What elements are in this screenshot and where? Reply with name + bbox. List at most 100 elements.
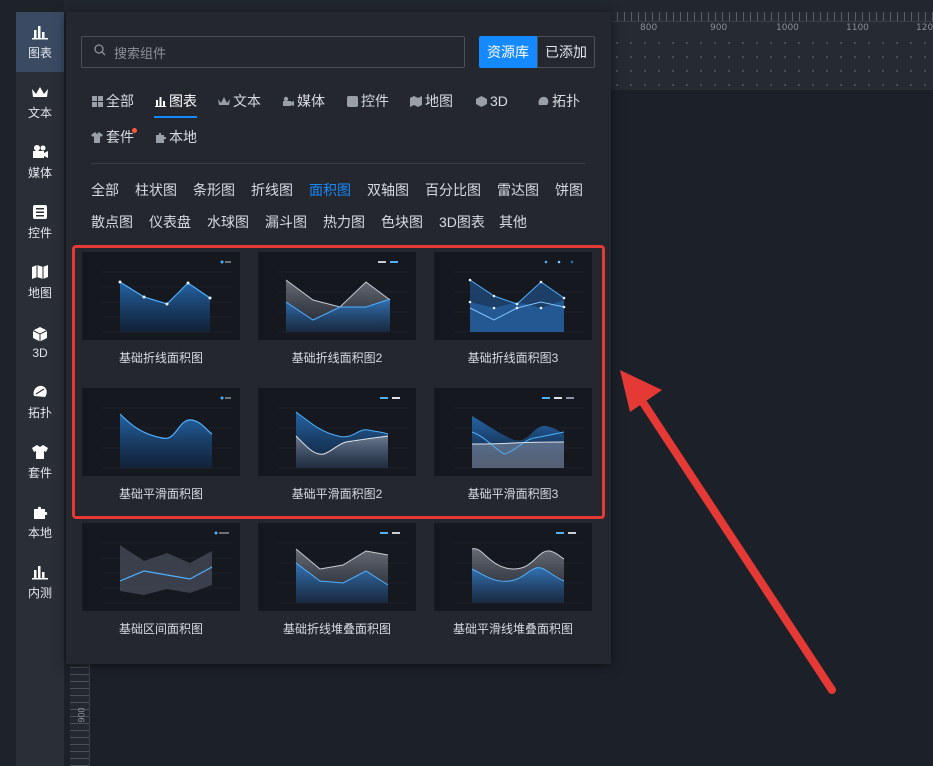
chart-thumbnail: [258, 388, 416, 476]
tab-label: 拓扑: [552, 93, 580, 109]
sidebar-item-label: 本地: [27, 526, 52, 540]
sidebar-item-text[interactable]: 文本: [16, 72, 64, 132]
chart-thumbnail: [434, 388, 592, 476]
tab-local[interactable]: 本地: [154, 127, 197, 147]
widget-list-icon: [346, 95, 358, 107]
map-icon: [410, 95, 422, 107]
chart-card[interactable]: 基础折线堆叠面积图: [258, 523, 416, 637]
filter-heatmap[interactable]: 热力图: [323, 212, 365, 232]
ruler-label: 800: [640, 23, 658, 33]
video-camera-icon: [282, 95, 294, 107]
chart-card[interactable]: 基础平滑线堆叠面积图: [434, 523, 592, 637]
tab-media[interactable]: 媒体: [282, 91, 325, 111]
filter-other[interactable]: 其他: [499, 212, 527, 232]
topology-icon: [537, 95, 549, 107]
tab-chart[interactable]: 图表: [154, 91, 197, 111]
sidebar-item-media[interactable]: 媒体: [16, 132, 64, 192]
filter-area[interactable]: 面积图: [309, 180, 351, 200]
sidebar-item-label: 控件: [27, 226, 52, 240]
sidebar-item-beta[interactable]: 内测: [16, 552, 64, 612]
bar-chart-icon: [154, 95, 166, 107]
sidebar-item-label: 文本: [27, 106, 52, 120]
ruler-label: 1000: [776, 23, 799, 33]
tab-map[interactable]: 地图: [410, 91, 453, 111]
chart-card-label: 基础区间面积图: [118, 622, 203, 636]
tab-label: 本地: [169, 129, 197, 145]
component-sidebar: 图表 文本 媒体 控件 地图 3D 拓扑 套件 本地 内测: [16, 12, 64, 766]
divider: [91, 163, 586, 164]
cube-icon: [30, 325, 50, 343]
widget-list-icon: [30, 203, 50, 221]
sidebar-item-3d[interactable]: 3D: [16, 312, 64, 372]
chart-thumbnail: [258, 523, 416, 611]
tab-3d[interactable]: 3D: [475, 91, 508, 111]
bar-chart-icon: [30, 23, 50, 41]
chart-thumbnail: [82, 388, 240, 476]
chart-card[interactable]: 基础折线面积图2: [258, 252, 416, 366]
sidebar-item-map[interactable]: 地图: [16, 252, 64, 312]
filter-funnel[interactable]: 漏斗图: [265, 212, 307, 232]
filter-line[interactable]: 折线图: [251, 180, 293, 200]
filter-gauge[interactable]: 仪表盘: [149, 212, 191, 232]
filter-liquid[interactable]: 水球图: [207, 212, 249, 232]
video-camera-icon: [30, 143, 50, 161]
search-input[interactable]: 搜索组件: [81, 36, 465, 68]
chart-card-label: 基础折线堆叠面积图: [282, 622, 391, 636]
shirt-kit-icon: [91, 131, 103, 143]
chart-thumbnail: [82, 252, 240, 340]
chart-card[interactable]: 基础折线面积图3: [434, 252, 592, 366]
tab-label: 图表: [169, 93, 197, 109]
chart-card[interactable]: 基础折线面积图: [82, 252, 240, 366]
tab-label: 控件: [361, 93, 389, 109]
chart-card-label: 基础平滑面积图2: [291, 487, 383, 501]
filter-color-block[interactable]: 色块图: [381, 212, 423, 232]
resource-library-button[interactable]: 资源库: [479, 36, 537, 68]
filter-dual-axis[interactable]: 双轴图: [367, 180, 409, 200]
filter-all[interactable]: 全部: [91, 180, 119, 200]
shirt-kit-icon: [30, 443, 50, 461]
tab-label: 套件: [106, 129, 134, 145]
filter-3d-chart[interactable]: 3D图表: [439, 212, 485, 232]
sidebar-item-label: 内测: [27, 586, 52, 600]
tab-all[interactable]: 全部: [91, 91, 134, 111]
map-icon: [30, 263, 50, 281]
sidebar-item-label: 媒体: [27, 166, 52, 180]
tab-label: 媒体: [297, 93, 325, 109]
tab-text[interactable]: 文本: [218, 91, 261, 111]
tab-kit[interactable]: 套件: [91, 127, 134, 147]
sidebar-item-chart[interactable]: 图表: [16, 12, 64, 72]
sidebar-item-topology[interactable]: 拓扑: [16, 372, 64, 432]
chart-thumbnail: [434, 523, 592, 611]
added-button[interactable]: 已添加: [537, 36, 595, 68]
tab-label: 全部: [106, 93, 134, 109]
search-placeholder: 搜索组件: [114, 45, 167, 61]
sidebar-item-local[interactable]: 本地: [16, 492, 64, 552]
chart-card-label: 基础折线面积图: [118, 351, 203, 365]
chart-card[interactable]: 基础平滑面积图: [82, 388, 240, 502]
chart-card[interactable]: 基础区间面积图: [82, 523, 240, 637]
chart-thumbnail: [434, 252, 592, 340]
sidebar-item-label: 套件: [27, 466, 52, 480]
horizontal-ruler: 800 900 1000 1100 120: [610, 12, 933, 90]
puzzle-icon: [30, 503, 50, 521]
sidebar-item-widget[interactable]: 控件: [16, 192, 64, 252]
tab-label: 3D: [490, 93, 508, 109]
chart-card-label: 基础平滑线堆叠面积图: [452, 622, 573, 636]
chart-card[interactable]: 基础平滑面积图2: [258, 388, 416, 502]
filter-bar[interactable]: 条形图: [193, 180, 235, 200]
filter-radar[interactable]: 雷达图: [497, 180, 539, 200]
filter-pie[interactable]: 饼图: [555, 180, 583, 200]
filter-scatter[interactable]: 散点图: [91, 212, 133, 232]
ruler-label: 120: [916, 23, 933, 33]
sidebar-item-label: 地图: [27, 286, 52, 300]
filter-percent[interactable]: 百分比图: [425, 180, 481, 200]
sidebar-item-kit[interactable]: 套件: [16, 432, 64, 492]
chart-card[interactable]: 基础平滑面积图3: [434, 388, 592, 502]
tab-topology[interactable]: 拓扑: [537, 91, 580, 111]
crown-text-icon: [30, 83, 50, 101]
chart-thumbnail: [82, 523, 240, 611]
ruler-label: 1100: [846, 23, 869, 33]
filter-column[interactable]: 柱状图: [135, 180, 177, 200]
ruler-label: 900: [76, 707, 87, 723]
tab-widget[interactable]: 控件: [346, 91, 389, 111]
